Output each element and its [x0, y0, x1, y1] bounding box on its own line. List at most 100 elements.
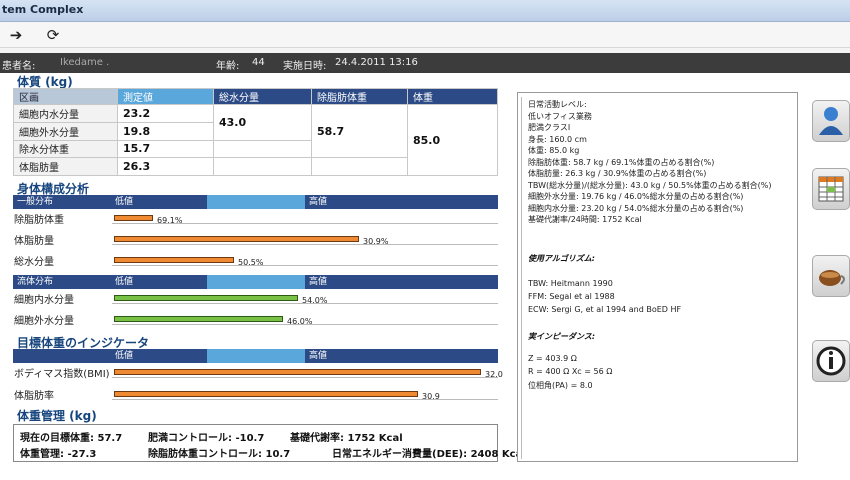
patient-name-value: Ikedame . [60, 57, 110, 68]
report-line: TBW(総水分量)/(総水分量): 43.0 kg / 50.5%体重の占める割… [528, 180, 772, 190]
bar-row-label: 細胞内水分量 [14, 295, 74, 306]
report-line: TBW: Heitmann 1990 [528, 279, 613, 288]
ffm-header: 除脂肪体重 [311, 88, 408, 105]
general-distribution-header: 一般分布 低値 高値 [13, 195, 498, 209]
row-label: 除水分体重 [13, 139, 118, 159]
bar-track [112, 265, 498, 266]
tbw-value: 43.0 [213, 104, 312, 141]
ffm-value: 58.7 [311, 103, 408, 159]
report-line: 体重: 85.0 kg [528, 146, 580, 155]
window-title: tem Complex [2, 3, 84, 16]
report-line: 体脂肪量: 26.3 kg / 30.9%体重の占める割合(%) [528, 169, 707, 178]
user-icon[interactable] [812, 100, 850, 142]
forward-arrow-icon[interactable]: ➔ [6, 25, 26, 45]
value-bar [114, 215, 153, 221]
group2-label: 流体分布 [13, 275, 111, 289]
obesity-control: 肥満コントロール: -10.7 [148, 433, 265, 444]
low-label: 低値 [111, 195, 207, 209]
report-line: FFM: Segal et al 1988 [528, 292, 615, 301]
toolbar: ➔ ⟳ [0, 22, 850, 48]
target-weight: 現在の目標体重: 57.7 [20, 433, 123, 444]
report-line: 実インピーダンス: [528, 332, 596, 341]
report-line: 細胞外水分量: 19.76 kg / 46.0%総水分量の占める割合(%) [528, 192, 744, 201]
target-header: 低値 高値 [13, 349, 498, 363]
body-composition-table: 区画 測定値 総水分量 除脂肪体重 体重 細胞内水分量 23.2 43.0 58… [13, 88, 498, 176]
ffm-control: 除脂肪体重コントロール: 10.7 [148, 449, 291, 460]
row-label: 細胞外水分量 [13, 121, 118, 141]
group1-label: 一般分布 [13, 195, 111, 209]
report-line: 肥満クラスI [528, 123, 571, 132]
bar-row-label: 体脂肪率 [14, 391, 54, 402]
divider [521, 97, 522, 459]
table-row: 細胞内水分量 23.2 43.0 58.7 85.0 [13, 103, 498, 176]
app-window: tem Complex ➔ ⟳ 患者名: Ikedame . 年齢: 44 実施… [0, 0, 850, 480]
bar-value-label: 30.9 [422, 392, 440, 401]
table-grid-icon[interactable] [812, 168, 850, 210]
row-value: 15.7 [117, 139, 214, 159]
weight-management: 体重管理: -27.3 [20, 449, 97, 460]
report-line: Z = 403.9 Ω [528, 354, 577, 363]
bar-row-label: ボディマス指数(BMI) [14, 369, 110, 380]
age-label: 年齢: [216, 61, 240, 72]
normal-band [207, 349, 305, 363]
date-value: 24.4.2011 13:16 [335, 57, 418, 68]
value-bar [114, 295, 298, 301]
report-line: 日常活動レベル: [528, 100, 587, 109]
refresh-icon[interactable]: ⟳ [43, 25, 63, 45]
report-line: 基礎代謝率/24時間: 1752 Kcal [528, 215, 642, 224]
kubun-header: 区画 [13, 88, 118, 105]
bar-row-label: 体脂肪量 [14, 236, 54, 247]
report-line: 低いオフィス業務 [528, 111, 592, 121]
info-icon[interactable] [812, 340, 850, 382]
weight-header: 体重 [407, 88, 498, 105]
value-bar [114, 257, 234, 263]
patient-info-bar: 患者名: Ikedame . 年齢: 44 実施日時: 24.4.2011 13… [0, 53, 850, 73]
fluid-distribution-header: 流体分布 低値 高値 [13, 275, 498, 289]
report-line: 使用アルゴリズム: [528, 254, 595, 263]
row-value: 26.3 [117, 157, 214, 176]
row-value: 19.8 [117, 121, 214, 141]
value-bar [114, 316, 283, 322]
bar-track [112, 244, 498, 245]
report-panel[interactable]: 日常活動レベル: 低いオフィス業務 肥満クラスI 身長: 160.0 cm 体重: 85… [517, 92, 798, 462]
normal-band [207, 195, 305, 209]
weight-management-box: 現在の目標体重: 57.7 肥満コントロール: -10.7 基礎代謝率: 175… [13, 424, 526, 462]
report-line: ECW: Sergi G, et al 1994 and BoED HF [528, 305, 682, 314]
measured-header: 測定値 [117, 88, 214, 105]
value-bar [114, 391, 418, 397]
low-label: 低値 [111, 349, 207, 363]
bar-track [112, 377, 498, 378]
report-line: 位相角(PA) = 8.0 [528, 381, 593, 390]
empty-cell [311, 157, 408, 176]
bmr: 基礎代謝率: 1752 Kcal [290, 433, 403, 444]
row-label: 細胞内水分量 [13, 104, 118, 123]
row-value: 23.2 [117, 104, 214, 123]
weight-management-title: 体重管理 (kg) [17, 409, 97, 423]
coffee-cup-icon[interactable] [812, 255, 850, 297]
dee: 日常エネルギー消費量(DEE): 2408 Kcal [332, 449, 526, 460]
bar-track [112, 399, 498, 400]
report-line: 除脂肪体重: 58.7 kg / 69.1%体重の占める割合(%) [528, 157, 715, 167]
bar-value-label: 30.9% [363, 237, 389, 246]
bar-value-label: 50.5% [238, 258, 264, 267]
row-label: 体脂肪量 [13, 157, 118, 176]
value-bar [114, 369, 481, 375]
date-label: 実施日時: [283, 61, 327, 72]
report-line: 細胞内水分量: 23.20 kg / 54.0%総水分量の占める割合(%) [528, 203, 744, 213]
report-line: R = 400 Ω Xc = 56 Ω [528, 367, 613, 376]
report-line: 身長: 160.0 cm [528, 134, 587, 144]
normal-band [207, 275, 305, 289]
age-value: 44 [252, 57, 265, 68]
title-bar: tem Complex [0, 0, 850, 22]
bar-value-label: 54.0% [302, 296, 328, 305]
bar-row-label: 除脂肪体重 [14, 215, 64, 226]
low-label: 低値 [111, 275, 207, 289]
high-label: 高値 [305, 195, 498, 209]
tbw-header: 総水分量 [213, 88, 312, 105]
empty-cell [213, 157, 312, 176]
bar-value-label: 69.1% [157, 216, 183, 225]
value-bar [114, 236, 359, 242]
empty-cell [213, 139, 312, 159]
bar-value-label: 32.0 [485, 370, 503, 379]
blank-band [13, 349, 111, 363]
